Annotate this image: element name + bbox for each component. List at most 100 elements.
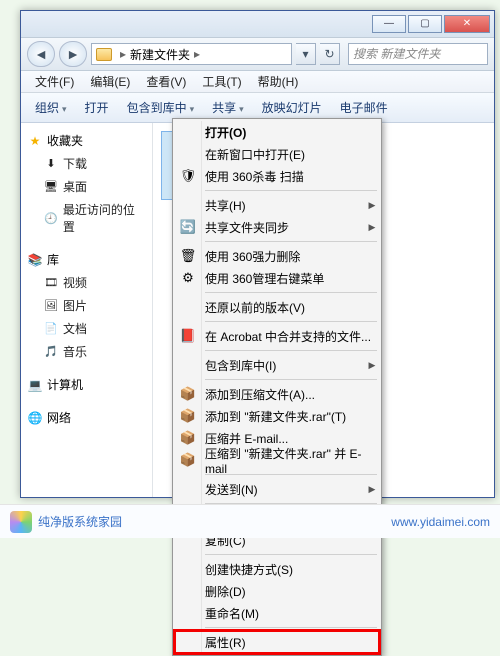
sidebar-item-pictures[interactable]: 🖼图片: [25, 294, 148, 317]
archive-icon: 📦: [175, 405, 201, 427]
ctx-label: 使用 360管理右键菜单: [201, 270, 379, 287]
sidebar: ★收藏夹 ⬇下载 🖥桌面 🕘最近访问的位置 📚库 🎞视频 🖼图片 📄文档 🎵音乐…: [21, 123, 153, 497]
sidebar-item-recent[interactable]: 🕘最近访问的位置: [25, 198, 148, 238]
sidebar-label: 视频: [63, 274, 87, 291]
ctx-sync[interactable]: 🔄共享文件夹同步▶: [175, 216, 379, 238]
email-button[interactable]: 电子邮件: [332, 95, 396, 120]
menu-edit[interactable]: 编辑(E): [82, 71, 138, 92]
music-icon: 🎵: [43, 344, 59, 360]
blank-icon: [175, 194, 201, 216]
ctx-label: 在 Acrobat 中合并支持的文件...: [201, 328, 379, 345]
breadcrumb-item[interactable]: 新建文件夹: [130, 46, 190, 63]
ctx-label: 属性(R): [201, 634, 379, 651]
search-input[interactable]: 搜索 新建文件夹: [348, 43, 488, 65]
ctx-include-library[interactable]: 包含到库中(I)▶: [175, 354, 379, 376]
folder-icon: [96, 48, 112, 61]
include-library-button[interactable]: 包含到库中: [119, 95, 203, 120]
refresh-button[interactable]: ↻: [320, 43, 340, 65]
document-icon: 📄: [43, 321, 59, 337]
blank-icon: [175, 354, 201, 376]
ctx-label: 删除(D): [201, 583, 379, 600]
sidebar-label: 库: [47, 251, 59, 268]
ctx-add-rar[interactable]: 📦添加到压缩文件(A)...: [175, 383, 379, 405]
menu-bar: 文件(F) 编辑(E) 查看(V) 工具(T) 帮助(H): [21, 71, 494, 93]
sidebar-favorites[interactable]: ★收藏夹: [25, 129, 148, 152]
sidebar-label: 收藏夹: [47, 132, 83, 149]
shield-icon: 🛡: [175, 165, 201, 187]
ctx-separator: [205, 292, 377, 293]
video-icon: 🎞: [43, 275, 59, 291]
sidebar-label: 下载: [63, 155, 87, 172]
ctx-separator: [205, 350, 377, 351]
ctx-delete[interactable]: 删除(D): [175, 580, 379, 602]
ctx-label: 创建快捷方式(S): [201, 561, 379, 578]
blank-icon: [175, 558, 201, 580]
share-button[interactable]: 共享: [204, 95, 252, 120]
ctx-open[interactable]: 打开(O): [175, 121, 379, 143]
ctx-separator: [205, 627, 377, 628]
blank-icon: [175, 602, 201, 624]
sidebar-item-desktop[interactable]: 🖥桌面: [25, 175, 148, 198]
ctx-properties[interactable]: 属性(R): [175, 631, 379, 653]
maximize-button[interactable]: ▢: [408, 15, 442, 33]
ctx-rename[interactable]: 重命名(M): [175, 602, 379, 624]
sidebar-item-downloads[interactable]: ⬇下载: [25, 152, 148, 175]
sidebar-label: 桌面: [63, 178, 87, 195]
titlebar: — ▢ ✕: [21, 11, 494, 37]
blank-icon: [175, 296, 201, 318]
nav-bar: ◄ ► ▸ 新建文件夹 ▸ ▾ ↻ 搜索 新建文件夹: [21, 37, 494, 71]
library-icon: 📚: [27, 252, 43, 268]
menu-view[interactable]: 查看(V): [138, 71, 194, 92]
sync-icon: 🔄: [175, 216, 201, 238]
ctx-360-manage-menu[interactable]: ⚙使用 360管理右键菜单: [175, 267, 379, 289]
organize-button[interactable]: 组织: [27, 95, 75, 120]
archive-icon: 📦: [175, 427, 201, 449]
sidebar-computer[interactable]: 💻计算机: [25, 373, 148, 396]
sidebar-network[interactable]: 🌐网络: [25, 406, 148, 429]
network-icon: 🌐: [27, 410, 43, 426]
ctx-360-scan[interactable]: 🛡使用 360杀毒 扫描: [175, 165, 379, 187]
address-bar[interactable]: ▸ 新建文件夹 ▸: [91, 43, 292, 65]
star-icon: ★: [27, 133, 43, 149]
ctx-send-to[interactable]: 发送到(N)▶: [175, 478, 379, 500]
ctx-rar-named-email[interactable]: 📦压缩到 "新建文件夹.rar" 并 E-mail: [175, 449, 379, 471]
ctx-share[interactable]: 共享(H)▶: [175, 194, 379, 216]
sidebar-label: 文档: [63, 320, 87, 337]
blank-icon: [175, 580, 201, 602]
menu-help[interactable]: 帮助(H): [250, 71, 307, 92]
ctx-create-shortcut[interactable]: 创建快捷方式(S): [175, 558, 379, 580]
blank-icon: [175, 631, 201, 653]
back-button[interactable]: ◄: [27, 41, 55, 67]
sidebar-libraries[interactable]: 📚库: [25, 248, 148, 271]
sidebar-item-videos[interactable]: 🎞视频: [25, 271, 148, 294]
ctx-label: 在新窗口中打开(E): [201, 146, 379, 163]
address-dropdown[interactable]: ▾: [296, 43, 316, 65]
desktop-icon: 🖥: [43, 179, 59, 195]
sidebar-label: 计算机: [47, 376, 83, 393]
ctx-add-rar-named[interactable]: 📦添加到 "新建文件夹.rar"(T): [175, 405, 379, 427]
delete-icon: 🗑: [175, 245, 201, 267]
menu-file[interactable]: 文件(F): [27, 71, 82, 92]
minimize-button[interactable]: —: [372, 15, 406, 33]
recent-icon: 🕘: [43, 210, 59, 226]
forward-button[interactable]: ►: [59, 41, 87, 67]
slideshow-button[interactable]: 放映幻灯片: [254, 95, 330, 120]
ctx-acrobat-combine[interactable]: 📕在 Acrobat 中合并支持的文件...: [175, 325, 379, 347]
picture-icon: 🖼: [43, 298, 59, 314]
ctx-360-force-delete[interactable]: 🗑使用 360强力删除: [175, 245, 379, 267]
close-button[interactable]: ✕: [444, 15, 490, 33]
chevron-right-icon: ▶: [365, 484, 379, 495]
ctx-separator: [205, 241, 377, 242]
computer-icon: 💻: [27, 377, 43, 393]
menu-tools[interactable]: 工具(T): [194, 71, 249, 92]
chevron-right-icon: ▶: [365, 222, 379, 233]
sidebar-label: 图片: [63, 297, 87, 314]
ctx-open-new-window[interactable]: 在新窗口中打开(E): [175, 143, 379, 165]
chevron-right-icon: ▶: [365, 200, 379, 211]
open-button[interactable]: 打开: [77, 95, 117, 120]
sidebar-item-music[interactable]: 🎵音乐: [25, 340, 148, 363]
archive-icon: 📦: [175, 449, 201, 471]
sidebar-item-documents[interactable]: 📄文档: [25, 317, 148, 340]
ctx-restore-previous[interactable]: 还原以前的版本(V): [175, 296, 379, 318]
ctx-label: 使用 360杀毒 扫描: [201, 168, 379, 185]
